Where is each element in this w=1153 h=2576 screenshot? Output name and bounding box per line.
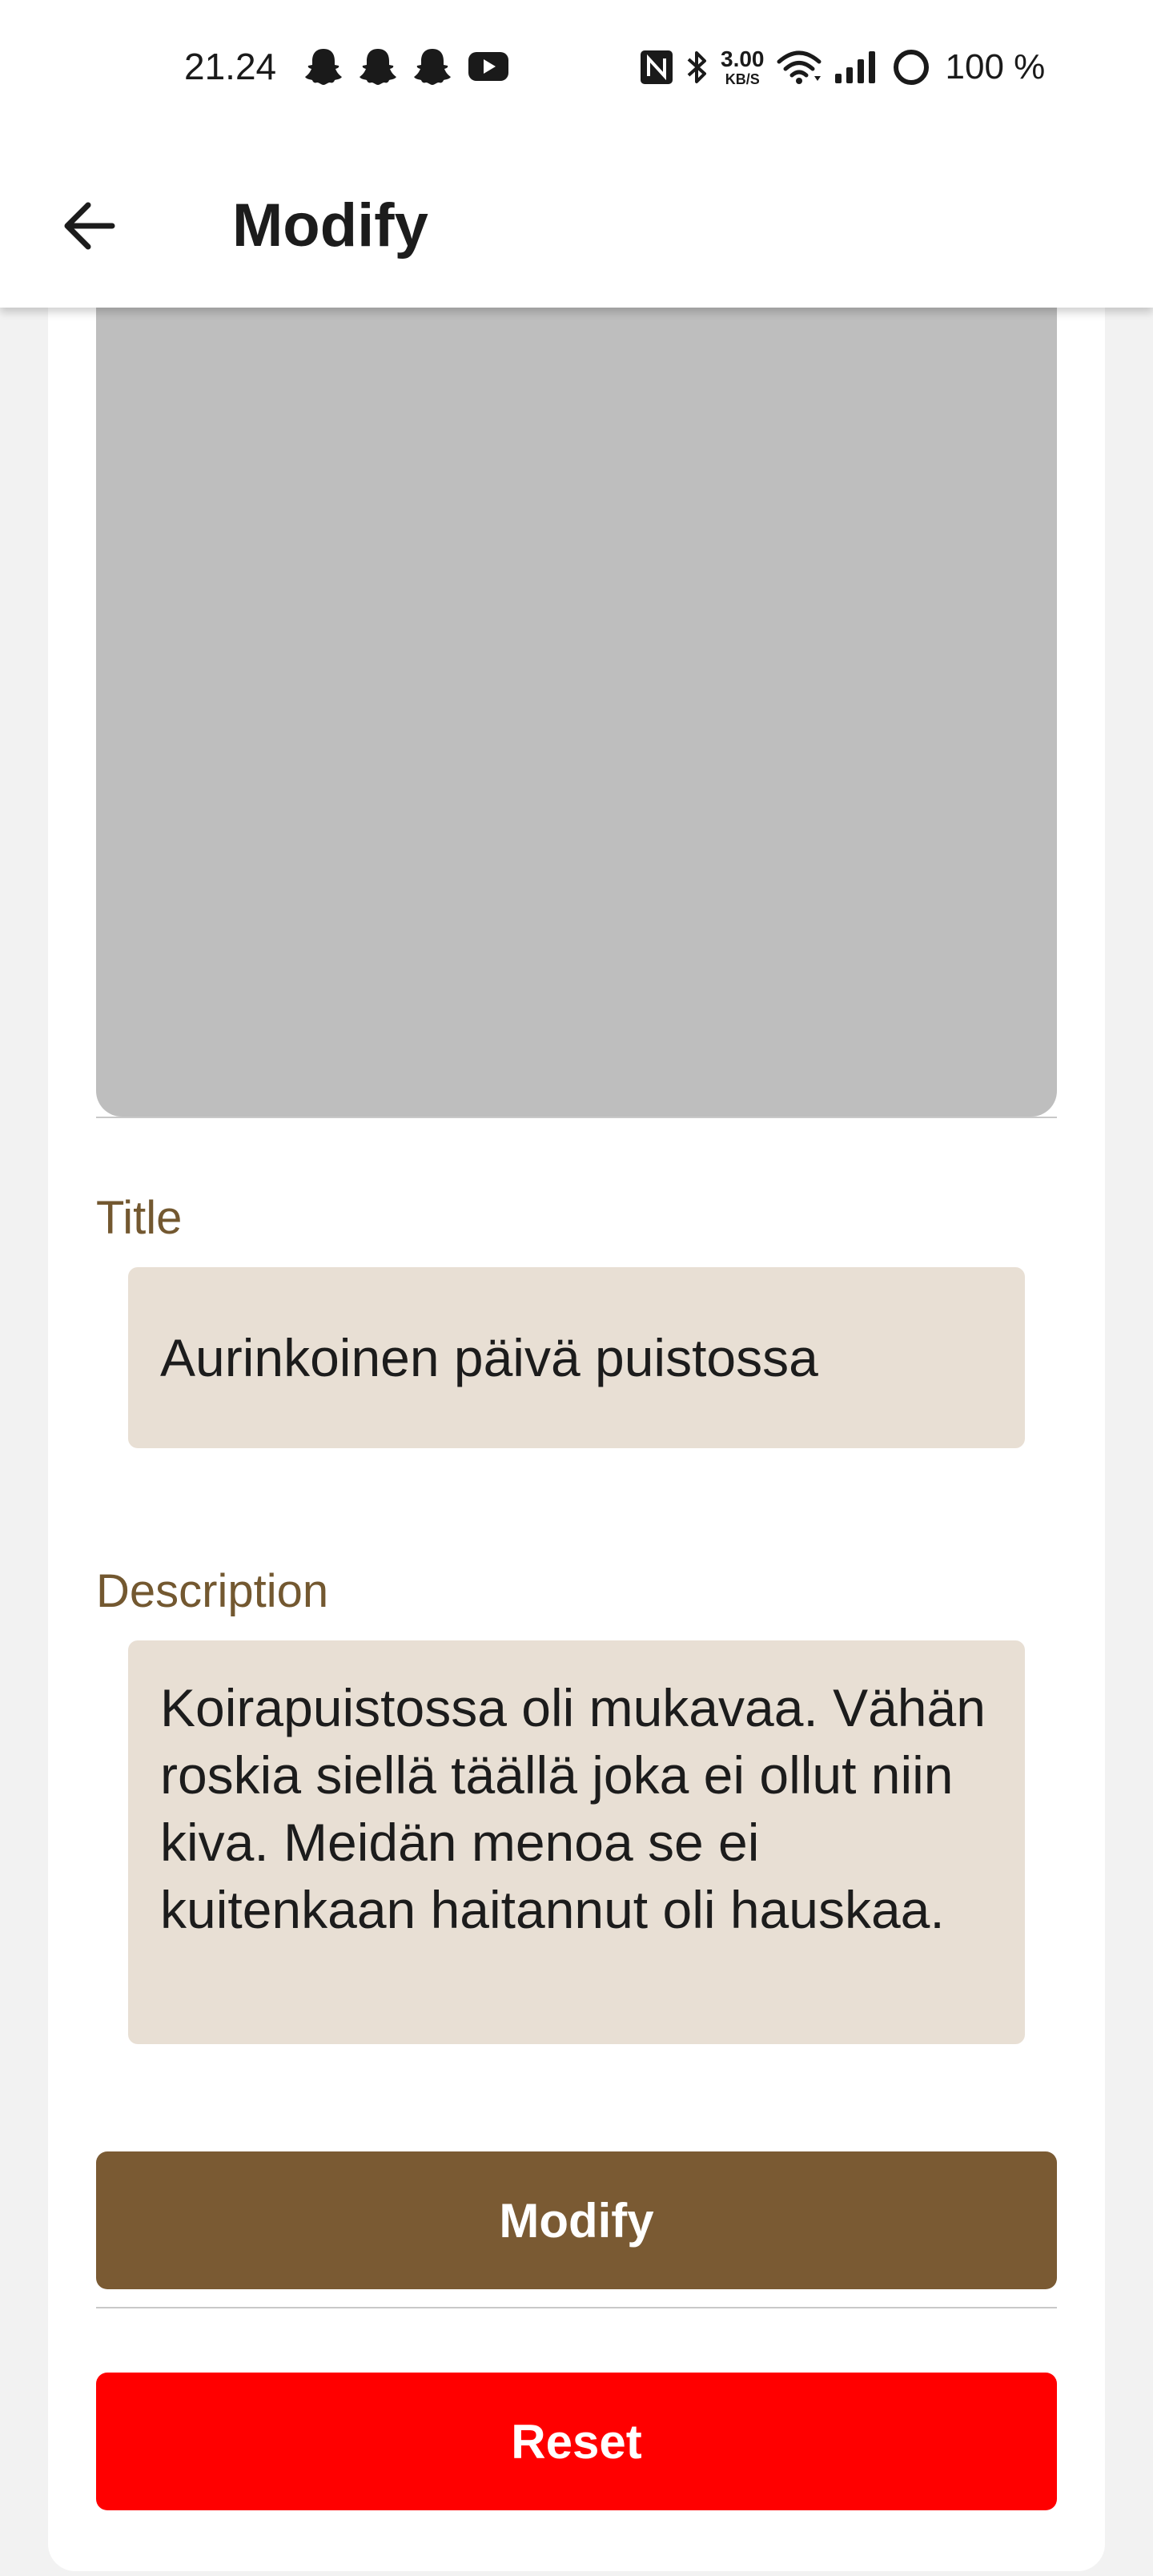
snapchat-ghost-icon [360,49,396,85]
wifi-icon [777,50,821,84]
reset-button[interactable]: Reset [96,2373,1057,2510]
title-label: Title [96,1192,183,1244]
signal-icon [834,51,875,83]
title-input[interactable]: Aurinkoinen päivä puistossa [128,1267,1025,1448]
divider [96,1117,1057,1118]
page-title: Modify [232,191,428,260]
app-bar: Modify [0,136,1153,308]
status-right-cluster: 3.00 KB/S 100 % [639,43,1045,91]
back-button[interactable] [48,184,131,268]
battery-percentage: 100 % [945,47,1046,87]
battery-icon [893,50,929,85]
youtube-icon [468,52,508,81]
network-speed-value: 3.00 [721,46,765,71]
image-placeholder[interactable] [96,308,1057,1117]
status-bar: 21.24 3.00 KB/S 100 % [0,0,1153,136]
snapchat-ghost-icon [305,49,342,85]
snapchat-ghost-icon [414,49,451,85]
modify-button[interactable]: Modify [96,2151,1057,2289]
description-input[interactable]: Koirapuistossa oli mukavaa. Vähän roskia… [128,1640,1025,2044]
description-label: Description [96,1565,329,1617]
network-speed-unit: KB/S [725,71,760,87]
nfc-icon [641,50,673,84]
arrow-left-icon [64,202,115,250]
status-time: 21.24 [184,46,277,87]
notification-icons [304,46,509,87]
network-speed: 3.00 KB/S [721,48,765,87]
divider [96,2307,1057,2308]
bluetooth-icon [687,51,706,83]
